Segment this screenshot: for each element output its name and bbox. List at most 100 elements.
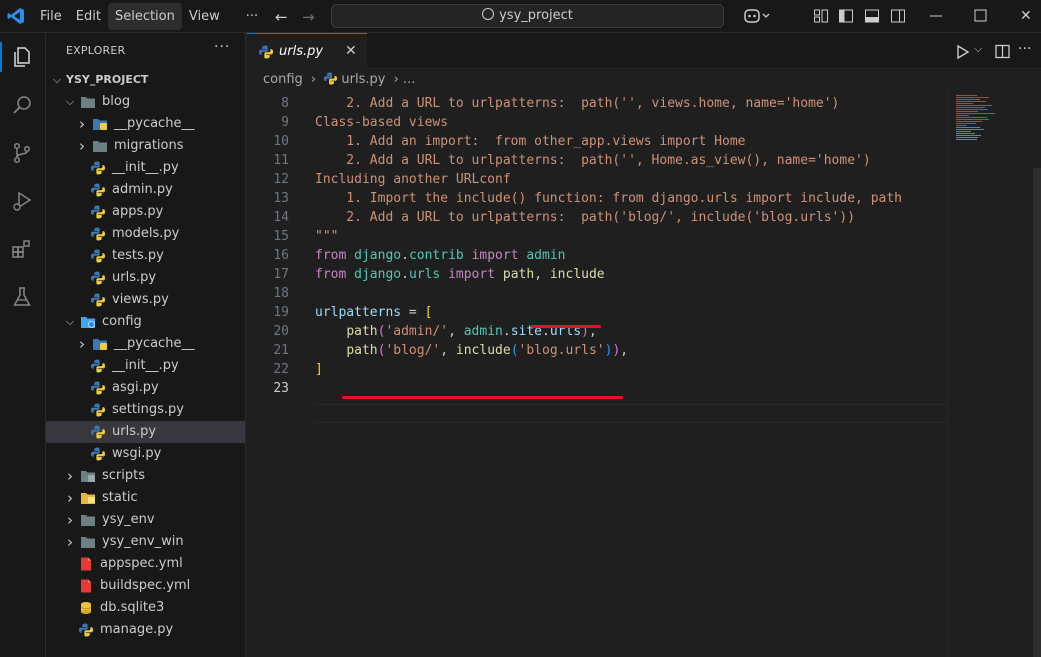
python-file-icon [91,205,105,219]
minimap-line [956,103,973,104]
tree-item-init-py[interactable]: __init__.py [46,157,245,179]
layout-customize-icon[interactable] [813,8,829,24]
tree-item-pycache[interactable]: › __pycache__ [46,113,245,135]
code-token: 1. Add an import: from other_app.views i… [315,134,746,149]
tree-item-admin-py[interactable]: admin.py [46,179,245,201]
line-text: 2. Add a URL to urlpatterns: path('blog/… [315,208,855,227]
tree-item-manage-py[interactable]: manage.py [46,619,245,641]
line-text: 1. Add an import: from other_app.views i… [315,132,745,151]
tree-item-tests-py[interactable]: tests.py [46,245,245,267]
code-token: 2. Add a URL to urlpatterns: path('blog/… [315,210,856,225]
tree-item-appspec-yml[interactable]: appspec.yml [46,553,245,575]
run-dropdown-chevron-icon[interactable]: ⌵ [974,42,982,56]
copilot-icon[interactable] [744,8,774,24]
python-file-icon [91,161,105,175]
code-line[interactable]: 11 2. Add a URL to urlpatterns: path('',… [247,151,947,170]
editor-more-actions-icon[interactable]: ··· [1018,41,1031,57]
minimap[interactable] [947,85,1041,657]
menu-view[interactable]: View [182,3,227,30]
search-view-icon[interactable] [10,93,34,117]
run-python-file-icon[interactable] [956,45,970,59]
tree-item-views-py[interactable]: views.py [46,289,245,311]
menu-edit[interactable]: Edit [69,3,108,30]
explorer-more-actions-button[interactable]: ··· [214,39,230,55]
close-window-button[interactable]: ✕ [1020,8,1032,24]
menu-bar: File Edit Selection View ··· [33,3,265,30]
tree-item-ysy-env-win[interactable]: › ysy_env_win [46,531,245,553]
code-line[interactable]: 17 from django.urls import path, include [247,265,947,284]
code-line[interactable]: 15 """ [247,227,947,246]
tree-item-migrations[interactable]: › migrations [46,135,245,157]
testing-flask-icon[interactable] [10,285,34,309]
code-line[interactable]: 10 1. Add an import: from other_app.view… [247,132,947,151]
toggle-secondary-sidebar-icon[interactable] [890,8,906,24]
code-token: import [471,248,519,263]
line-number: 20 [273,324,289,339]
tree-item-asgi-py[interactable]: asgi.py [46,377,245,399]
code-line[interactable]: 8 2. Add a URL to urlpatterns: path('', … [247,94,947,113]
explorer-sidebar: EXPLORER ··· ⌵ YSY_PROJECT ⌵ blog › __pycac… [46,33,246,657]
tree-item-models-py[interactable]: models.py [46,223,245,245]
code-line[interactable]: 18 [247,284,947,303]
maximize-button[interactable] [974,9,987,22]
python-file-icon [91,183,105,197]
back-arrow-icon[interactable]: ← [275,8,288,26]
code-line[interactable]: 9 Class-based views [247,113,947,132]
menu-file[interactable]: File [33,3,69,30]
project-root[interactable]: ⌵ YSY_PROJECT [46,69,245,91]
tree-item-label: db.sqlite3 [100,600,165,615]
tree-item-static[interactable]: › static [46,487,245,509]
line-number: 10 [273,134,289,149]
extensions-icon[interactable] [10,237,34,261]
tree-item-ysy-env[interactable]: › ysy_env [46,509,245,531]
tree-item-init-py[interactable]: __init__.py [46,355,245,377]
code-line[interactable]: 12 Including another URLconf [247,170,947,189]
tree-item-scripts[interactable]: › scripts [46,465,245,487]
tab-urls-py[interactable]: urls.py ✕ [247,33,367,69]
code-line[interactable]: 22] [247,360,947,379]
tree-item-wsgi-py[interactable]: wsgi.py [46,443,245,465]
tree-item-config[interactable]: ⌵ config [46,311,245,333]
tree-item-apps-py[interactable]: apps.py [46,201,245,223]
tree-item-blog[interactable]: ⌵ blog [46,91,245,113]
python-file-icon [91,227,105,241]
folder-icon [93,141,107,152]
command-center-search[interactable]: ysy_project [331,4,724,28]
source-control-icon[interactable] [10,141,34,165]
tree-item-db-sqlite3[interactable]: db.sqlite3 [46,597,245,619]
code-line[interactable]: 14 2. Add a URL to urlpatterns: path('bl… [247,208,947,227]
tree-item-urls-py[interactable]: urls.py [46,267,245,289]
minimap-line [956,117,987,118]
database-icon [80,602,92,614]
chevron-down-icon: ⌵ [65,315,75,328]
code-line[interactable]: 21 path('blog/', include('blog.urls')), [247,341,947,360]
tab-close-icon[interactable]: ✕ [345,43,357,59]
menu-more[interactable]: ··· [239,3,265,30]
code-token: Class-based views [315,115,449,130]
line-text: from django.contrib import admin [315,246,566,265]
tree-item-label: scripts [102,468,145,483]
current-line-highlight [313,404,947,423]
toggle-primary-sidebar-icon[interactable] [838,8,854,24]
explorer-icon[interactable] [10,45,34,69]
code-line[interactable]: 16 from django.contrib import admin [247,246,947,265]
code-line[interactable]: 19 urlpatterns = [ [247,303,947,322]
code-token: , [534,267,550,282]
vertical-scrollbar[interactable] [1033,168,1041,657]
minimize-button[interactable]: — [929,8,943,24]
split-editor-icon[interactable] [995,44,1010,59]
toggle-panel-icon[interactable] [864,8,880,24]
forward-arrow-icon[interactable]: → [302,8,315,26]
chevron-down-icon: ⌵ [65,95,75,108]
menu-selection[interactable]: Selection [107,3,182,30]
yaml-file-icon [81,557,91,571]
tree-item-buildspec-yml[interactable]: buildspec.yml [46,575,245,597]
code-line[interactable]: 13 1. Import the include() function: fro… [247,189,947,208]
code-token: 2. Add a URL to urlpatterns: path('', vi… [315,96,840,111]
tree-item-urls-py[interactable]: urls.py [46,421,245,443]
tree-item-settings-py[interactable]: settings.py [46,399,245,421]
tree-item-pycache[interactable]: › __pycache__ [46,333,245,355]
run-debug-icon[interactable] [10,189,34,213]
